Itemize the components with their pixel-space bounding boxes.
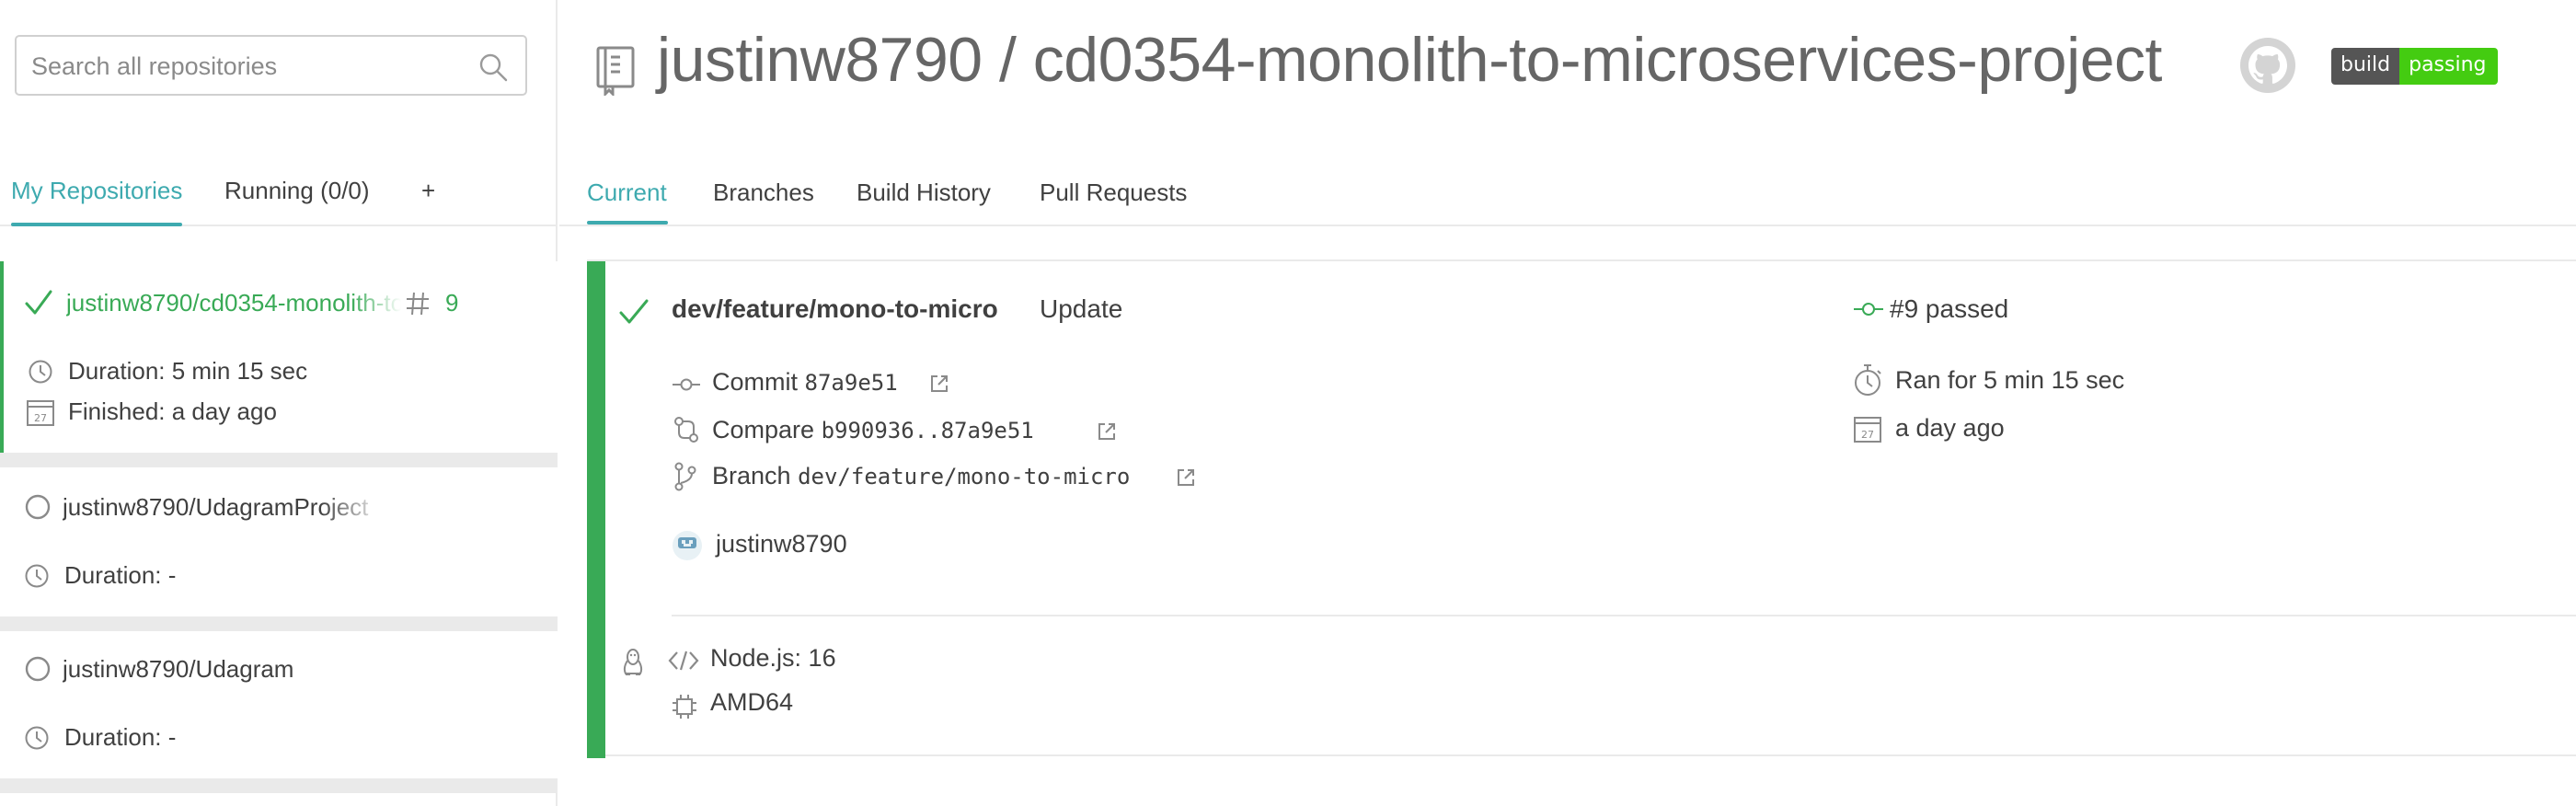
active-tab-indicator: [587, 221, 668, 225]
compare-icon: [674, 417, 698, 443]
commit-author: justinw8790: [716, 530, 847, 558]
page-title: justinw8790 / cd0354-monolith-to-microse…: [657, 25, 2162, 95]
repo-duration: Duration: -: [64, 561, 177, 589]
main-tabs: Current Branches Build History Pull Requ…: [559, 162, 2576, 226]
external-link-icon[interactable]: [1097, 421, 1117, 442]
build-number[interactable]: 9: [445, 289, 458, 317]
check-icon: [619, 299, 649, 324]
check-icon: [25, 290, 52, 315]
sidebar: My Repositories Running (0/0) + justinw8…: [0, 0, 558, 806]
stopwatch-icon: [1855, 364, 1881, 396]
active-tab-indicator: [11, 223, 182, 226]
circle-icon: [25, 656, 51, 682]
badge-label: build: [2331, 48, 2400, 85]
tab-branches[interactable]: Branches: [713, 178, 814, 207]
external-link-icon[interactable]: [1176, 467, 1196, 488]
branch-label: Branch: [712, 462, 791, 489]
branch-value[interactable]: dev/feature/mono-to-micro: [798, 464, 1130, 489]
calendar-icon: 27: [27, 400, 54, 426]
repo-name[interactable]: justinw8790/Udagram: [63, 655, 293, 684]
build-status-badge: build passing: [2331, 48, 2498, 85]
build-finished: a day ago: [1895, 414, 2005, 442]
repo-item-udagram[interactable]: justinw8790/Udagram Duration: -: [0, 631, 558, 778]
tab-running[interactable]: Running (0/0): [224, 177, 370, 205]
divider: [0, 453, 558, 467]
svg-text:27: 27: [1861, 429, 1874, 441]
compare-label: Compare: [712, 416, 815, 443]
code-icon: [668, 651, 699, 671]
commit-row[interactable]: Commit 87a9e51: [712, 368, 898, 397]
repo-finished: Finished: a day ago: [68, 397, 277, 425]
divider: [0, 616, 558, 631]
card-divider: [672, 615, 2576, 616]
hash-icon: [407, 292, 429, 316]
external-link-icon[interactable]: [929, 374, 949, 394]
tab-build-history[interactable]: Build History: [857, 178, 991, 207]
search-input[interactable]: [31, 50, 464, 83]
commit-hash[interactable]: 87a9e51: [805, 370, 898, 396]
repo-duration: Duration: -: [64, 723, 177, 751]
main-content: justinw8790 / cd0354-monolith-to-microse…: [559, 0, 2576, 806]
repo-name[interactable]: justinw8790/UdagramProject: [63, 493, 385, 522]
branch-icon: [674, 462, 696, 491]
commit-label: Commit: [712, 368, 798, 396]
build-card: dev/feature/mono-to-micro Update #9 pass…: [587, 259, 2576, 758]
commit-icon: [1854, 303, 1883, 316]
build-duration: Ran for 5 min 15 sec: [1895, 366, 2125, 394]
repo-item-udagram-project[interactable]: justinw8790/UdagramProject Duration: -: [0, 467, 558, 616]
commit-message[interactable]: Update: [1040, 294, 1122, 324]
sidebar-tabs: My Repositories Running (0/0) +: [0, 166, 558, 226]
avatar: [673, 531, 702, 560]
branch-row[interactable]: Branch dev/feature/mono-to-micro: [712, 462, 1130, 490]
compare-row[interactable]: Compare b990936..87a9e51: [712, 416, 1034, 444]
tab-add-repository[interactable]: +: [421, 177, 435, 205]
commit-icon: [673, 378, 700, 391]
badge-status: passing: [2399, 48, 2498, 85]
tab-my-repositories[interactable]: My Repositories: [11, 177, 182, 205]
job-architecture: AMD64: [710, 688, 794, 716]
github-icon[interactable]: [2239, 37, 2296, 94]
clock-icon: [29, 360, 52, 384]
repo-duration: Duration: 5 min 15 sec: [68, 357, 308, 385]
job-language: Node.js: 16: [710, 644, 836, 672]
clock-icon: [25, 726, 49, 750]
svg-text:27: 27: [34, 412, 47, 424]
branch-name-link[interactable]: dev/feature/mono-to-micro: [672, 294, 998, 324]
circle-icon: [25, 494, 51, 520]
status-bar: [587, 261, 605, 758]
build-result-link[interactable]: #9 passed: [1890, 294, 2008, 324]
search-icon[interactable]: [477, 52, 509, 83]
repo-icon: [596, 46, 635, 96]
repo-item-cd0354[interactable]: justinw8790/cd0354-monolith-to-microserv…: [0, 261, 558, 453]
search-box[interactable]: [15, 35, 527, 96]
clock-icon: [25, 564, 49, 588]
divider: [0, 778, 558, 793]
calendar-icon: 27: [1854, 417, 1881, 443]
repo-name[interactable]: justinw8790/cd0354-monolith-to-microserv…: [66, 289, 401, 317]
tab-pull-requests[interactable]: Pull Requests: [1040, 178, 1187, 207]
tab-current[interactable]: Current: [587, 178, 667, 207]
linux-icon: [623, 649, 643, 675]
compare-range[interactable]: b990936..87a9e51: [822, 418, 1034, 443]
cpu-icon: [673, 695, 696, 719]
